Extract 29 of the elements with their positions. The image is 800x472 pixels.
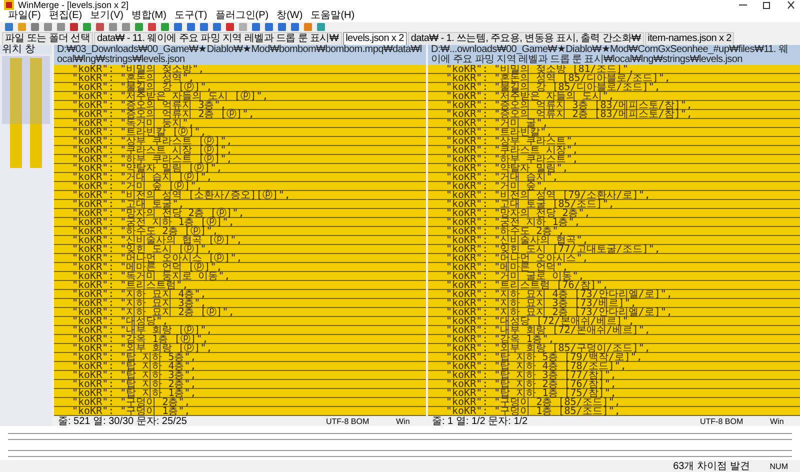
encoding-label: UTF-8 BOM [700,416,744,426]
tab[interactable]: item-names.json x 2 [644,32,734,45]
viewport-marker[interactable] [2,56,50,124]
tab[interactable]: levels.json x 2 [342,32,407,45]
pane-title: 위치 창 [0,45,52,54]
file-path: D:₩...ownloads₩00_Game₩★Diablo₩★Mod₩ComGxSeonhee_#up₩files₩11. 웨이에 주요 파밍 지역 레벨과 드롭 룬 표시₩local₩lng₩strings₩levels.json [428,45,800,65]
status-message: 63개 차이점 발견 [673,460,750,472]
close-icon[interactable] [786,1,796,9]
line-ending-label: Win [396,416,411,426]
app-icon [4,0,14,10]
menu-item[interactable]: 플러그인(P) [215,10,269,22]
menu-item[interactable]: 파일(F) [8,10,41,22]
cursor-position: 줄: 1 열: 1/2 문자: 1/2 [431,416,529,428]
line-ending-label: Win [770,416,785,426]
file-path: D:₩03_Downloads₩00_Game₩★Diablo₩★Mod₩bombom₩bombom.mpq₩data₩local₩lng₩strings₩levels.json [54,45,426,65]
encoding-label: UTF-8 BOM [326,416,370,426]
window-title: WinMerge - [levels.json x 2] [18,0,130,10]
menu-item[interactable]: 병합(M) [131,10,166,22]
menu-item[interactable]: 편집(E) [48,10,82,22]
restore-icon[interactable] [762,1,772,9]
menu-item[interactable]: 창(W) [276,10,303,22]
menu-item[interactable]: 도움말(H) [310,10,355,22]
cursor-position: 줄: 521 열: 30/30 문자: 25/25 [57,416,188,428]
menu-item[interactable]: 도구(T) [174,10,208,22]
num-lock-indicator: NUM [770,462,788,470]
menu-item[interactable]: 보기(V) [90,10,124,22]
tab[interactable]: data₩ - 1. 쓰는템, 주요용, 변동용 표시, 출력 간소화₩ [408,32,644,45]
tab[interactable]: data₩ - 11. 웨이에 주요 파밍 지역 레벨과 드롭 룬 표시₩ [94,32,342,45]
tab[interactable]: 파일 또는 폴더 선택 [2,32,94,45]
